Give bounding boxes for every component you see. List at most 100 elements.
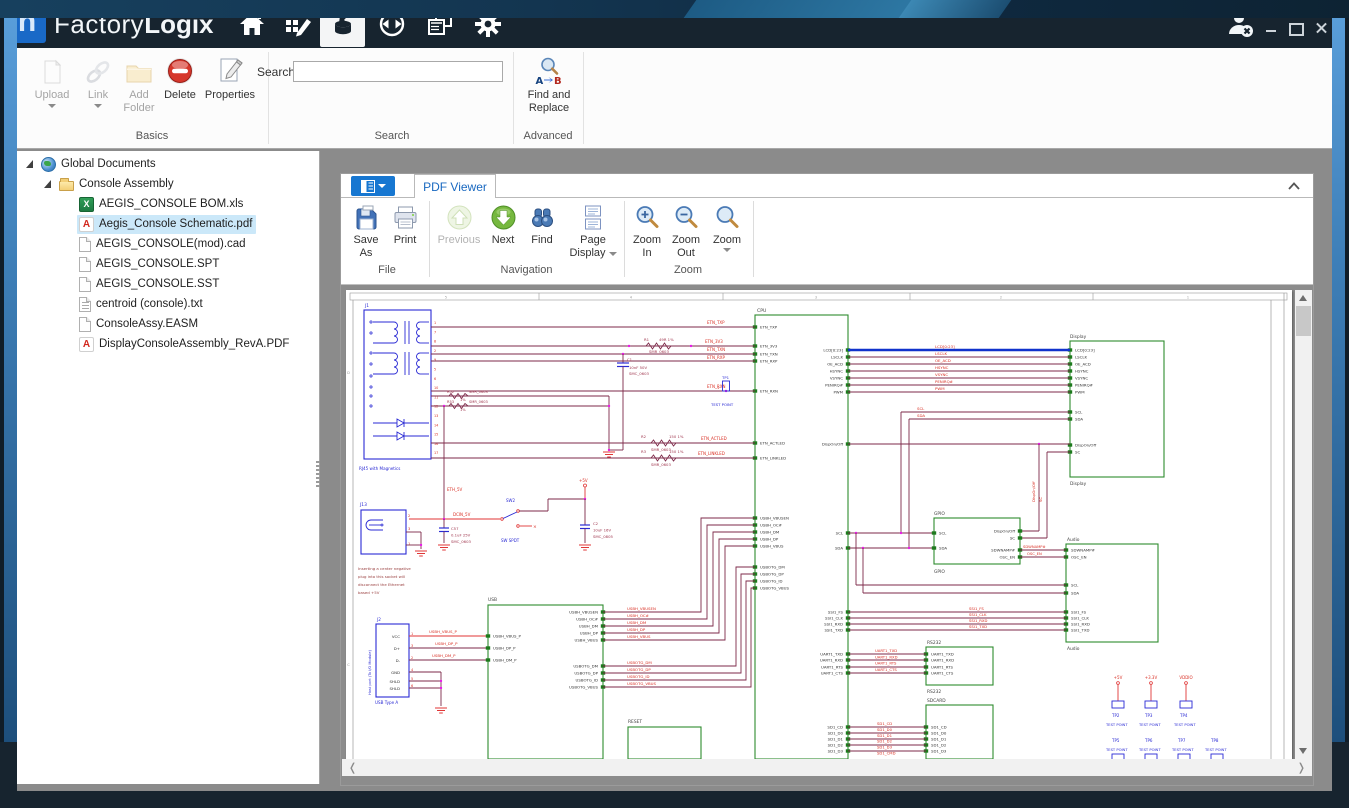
svg-text:ETN_ACTLED: ETN_ACTLED <box>760 441 785 446</box>
page-display-button[interactable]: Page Display <box>567 203 619 260</box>
svg-text:SDA: SDA <box>939 546 947 551</box>
tree-item-file[interactable]: AEGIS_CONSOLE.SST <box>17 274 379 294</box>
svg-text:VDDIO: VDDIO <box>1179 675 1192 680</box>
schematic-svg: 54321DCCPUETN_TXPETN_3V3ETN_TXNETN_RXPET… <box>346 290 1292 759</box>
svg-text:J1: J1 <box>364 303 369 309</box>
scroll-left-arrow-icon[interactable]: ❬ <box>348 761 357 774</box>
svg-text:SSI1_RXD: SSI1_RXD <box>824 622 843 627</box>
svg-text:8: 8 <box>434 340 436 344</box>
tree-item-file[interactable]: AEGIS_CONSOLE(mod).cad <box>17 234 379 254</box>
svg-text:USBOTG_VBUS: USBOTG_VBUS <box>569 685 598 690</box>
tree-item-label: centroid (console).txt <box>96 298 203 310</box>
tree-item-file[interactable]: AEGIS_CONSOLE BOM.xls <box>17 194 379 214</box>
view-mode-dropdown-button[interactable] <box>351 176 395 196</box>
maximize-button[interactable] <box>1287 22 1303 36</box>
find-and-replace-button[interactable]: A B Find and Replace <box>517 54 581 115</box>
page-display-icon <box>580 203 606 231</box>
find-replace-icon: A B <box>534 54 564 86</box>
svg-text:USBOTG_DM: USBOTG_DM <box>573 664 598 669</box>
link-button[interactable]: Link <box>79 54 117 108</box>
search-input[interactable] <box>293 61 503 82</box>
svg-text:TP1: TP1 <box>721 375 730 380</box>
upload-button[interactable]: Upload <box>29 54 75 108</box>
svg-text:SCL: SCL <box>1071 583 1079 588</box>
tree-expander-icon[interactable] <box>43 179 53 189</box>
svg-text:6: 6 <box>411 684 413 688</box>
previous-page-button[interactable]: Previous <box>434 203 484 247</box>
find-button[interactable]: Find <box>524 203 560 247</box>
svg-text:SC: SC <box>1010 536 1015 541</box>
print-button[interactable]: Print <box>387 203 423 247</box>
dropdown-caret-icon <box>723 248 731 252</box>
scroll-up-arrow-icon[interactable] <box>1299 295 1307 301</box>
save-as-button[interactable]: Save As <box>347 203 385 260</box>
svg-text:VCC: VCC <box>392 634 400 639</box>
status-bar-accent <box>899 0 1012 18</box>
horizontal-scrollbar[interactable]: ❬ ❭ <box>342 759 1312 776</box>
zoom-out-button[interactable]: Zoom Out <box>667 203 705 260</box>
pdf-toolbar: Save As Print <box>341 198 1313 285</box>
svg-text:PWM: PWM <box>935 386 945 391</box>
minimize-button[interactable] <box>1263 22 1279 36</box>
svg-text:SSI1_TXD: SSI1_TXD <box>969 624 987 629</box>
svg-text:TP8: TP8 <box>1210 738 1219 743</box>
vertical-scrollbar[interactable] <box>1295 290 1312 759</box>
tree-item-file[interactable]: centroid (console).txt <box>17 294 379 314</box>
zoom-dropdown-button[interactable]: Zoom <box>707 203 747 252</box>
svg-text:D+: D+ <box>394 646 400 651</box>
svg-text:TEST POINT: TEST POINT <box>1138 748 1161 752</box>
svg-text:J2: J2 <box>376 617 381 622</box>
svg-text:D-: D- <box>396 658 401 663</box>
tree-item-file[interactable]: DisplayConsoleAssembly_RevA.PDF <box>17 334 379 354</box>
toolbar-group-navigation: Navigation <box>434 264 619 276</box>
tree-item-file-selected[interactable]: Aegis_Console Schematic.pdf <box>17 214 379 234</box>
svg-text:Inserting a center negative: Inserting a center negative <box>358 566 411 571</box>
svg-text:SD1_D3: SD1_D3 <box>877 745 893 750</box>
svg-text:C2: C2 <box>593 521 599 526</box>
svg-text:TEST POINT: TEST POINT <box>1173 723 1196 727</box>
properties-button[interactable]: Properties <box>199 54 261 102</box>
collapse-panel-button[interactable] <box>1285 178 1303 194</box>
svg-text:Audio: Audio <box>1067 646 1080 652</box>
svg-text:UART1_TXD: UART1_TXD <box>875 648 897 653</box>
svg-text:2: 2 <box>434 349 436 353</box>
svg-text:7: 7 <box>434 330 436 334</box>
close-button[interactable] <box>1313 22 1329 36</box>
minimize-icon <box>1266 30 1276 32</box>
panel-splitter[interactable] <box>316 461 320 487</box>
status-bar-accent <box>684 0 937 18</box>
svg-text:SCL: SCL <box>939 531 947 536</box>
tree-expander-icon[interactable] <box>25 159 35 169</box>
tab-pdf-viewer[interactable]: PDF Viewer <box>414 174 496 198</box>
toolbar-separator <box>429 201 430 277</box>
svg-text:4: 4 <box>411 668 414 672</box>
excel-file-icon <box>79 197 94 212</box>
vertical-scroll-thumb[interactable] <box>1296 306 1311 336</box>
svg-text:SSI1_FS: SSI1_FS <box>828 610 844 615</box>
svg-text:USBH_DM: USBH_DM <box>760 530 779 535</box>
svg-text:USBH_DM: USBH_DM <box>627 620 646 625</box>
svg-text:RESET: RESET <box>628 719 642 725</box>
tree-item-global-documents[interactable]: Global Documents <box>17 154 327 174</box>
svg-text:49R 1%: 49R 1% <box>659 337 674 342</box>
zoom-in-button[interactable]: Zoom In <box>629 203 665 260</box>
svg-text:ETN_RXP: ETN_RXP <box>760 359 778 364</box>
next-page-button[interactable]: Next <box>486 203 520 247</box>
svg-text:3: 3 <box>815 296 817 300</box>
scroll-down-arrow-icon[interactable] <box>1299 748 1307 754</box>
delete-button[interactable]: Delete <box>159 54 201 102</box>
add-folder-button[interactable]: Add Folder <box>117 54 161 115</box>
tree-item-console-assembly[interactable]: Console Assembly <box>17 174 345 194</box>
tree-item-file[interactable]: AEGIS_CONSOLE.SPT <box>17 254 379 274</box>
tree-item-file[interactable]: ConsoleAssy.EASM <box>17 314 379 334</box>
svg-text:6: 6 <box>434 377 436 381</box>
svg-text:ETN_TXP: ETN_TXP <box>707 320 725 325</box>
svg-text:USBOTG_VBUS: USBOTG_VBUS <box>627 681 656 686</box>
scroll-right-arrow-icon[interactable]: ❭ <box>1297 761 1306 774</box>
svg-text:10: 10 <box>434 386 438 390</box>
svg-text:ETN_TXP: ETN_TXP <box>760 325 778 330</box>
svg-text:SDA: SDA <box>917 413 925 418</box>
svg-text:UART1_RXD: UART1_RXD <box>875 654 898 659</box>
svg-text:SDWNAMP#: SDWNAMP# <box>1071 548 1095 553</box>
svg-text:OSC_EN: OSC_EN <box>1071 555 1087 560</box>
